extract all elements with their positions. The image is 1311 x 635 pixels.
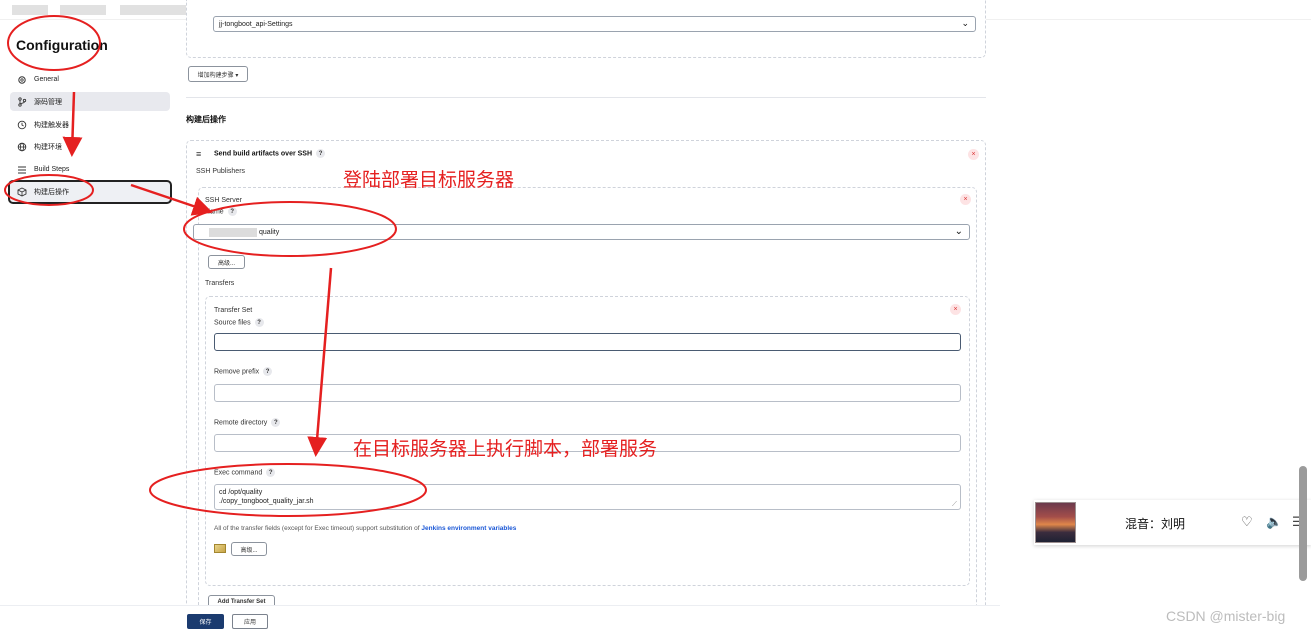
help-icon[interactable]: ? xyxy=(316,149,326,158)
sidebar-item-triggers[interactable]: 构建触发器 xyxy=(10,115,170,134)
remove-prefix-label-text: Remove prefix xyxy=(214,368,260,376)
close-icon[interactable]: × xyxy=(960,194,971,205)
gear-icon xyxy=(16,74,28,86)
remote-directory-label-text: Remote directory xyxy=(214,419,268,427)
notepad-icon[interactable] xyxy=(214,544,226,553)
build-step-panel: jj-tongboot_api-Settings ⌄ xyxy=(186,0,986,58)
annotation-login-server: 登陆部署目标服务器 xyxy=(343,169,515,191)
heart-icon[interactable]: ♡ xyxy=(1241,514,1253,530)
volume-icon[interactable]: 🔈 xyxy=(1266,514,1282,530)
ssh-plugin-panel: ≡ Send build artifacts over SSH? × SSH P… xyxy=(186,140,986,620)
drag-handle-icon[interactable]: ≡ xyxy=(196,149,201,159)
jenkins-env-vars-link[interactable]: Jenkins environment variables xyxy=(421,525,516,532)
remove-prefix-input[interactable] xyxy=(214,384,961,402)
sidebar-item-environment[interactable]: 构建环境 xyxy=(10,137,170,156)
close-icon[interactable]: × xyxy=(968,149,979,160)
exec-command-label: Exec command? xyxy=(214,468,276,477)
scrollbar-thumb[interactable] xyxy=(1299,466,1307,581)
sidebar-item-build-steps[interactable]: Build Steps xyxy=(10,160,170,179)
transfer-advanced-button[interactable]: 高级... xyxy=(231,542,267,556)
exec-command-label-text: Exec command xyxy=(214,469,263,477)
settings-select[interactable]: jj-tongboot_api-Settings ⌄ xyxy=(213,16,976,32)
cube-icon xyxy=(16,186,28,198)
sidebar-item-label: 源码管理 xyxy=(34,98,62,106)
post-build-section-title: 构建后操作 xyxy=(186,115,226,124)
exec-command-textarea[interactable]: cd /opt/quality ./copy_tongboot_quality_… xyxy=(214,484,961,510)
help-icon[interactable]: ? xyxy=(263,367,273,376)
source-files-label-text: Source files xyxy=(214,319,251,327)
ssh-server-name-value: quality xyxy=(259,228,280,236)
ssh-server-name-select[interactable]: quality ⌄ xyxy=(193,224,970,240)
source-files-input[interactable] xyxy=(214,333,961,351)
name-label: Name? xyxy=(205,207,237,216)
redacted-text xyxy=(209,227,257,237)
transfer-set-heading: Transfer Set xyxy=(214,307,253,314)
add-build-step-button[interactable]: 增加构建步骤 ▾ xyxy=(188,66,248,82)
page-title: Configuration xyxy=(16,37,108,53)
track-title: 混音：刘明 xyxy=(1125,517,1186,531)
sidebar: Configuration General 源码管理 构建触发器 构建环境 Bu… xyxy=(0,20,180,635)
blurred-crumb xyxy=(60,5,106,15)
sidebar-item-label: Build Steps xyxy=(34,166,70,173)
plugin-title: Send build artifacts over SSH? xyxy=(214,149,326,158)
sidebar-item-label: 构建后操作 xyxy=(34,189,69,196)
sidebar-item-label: 构建环境 xyxy=(34,143,62,151)
sidebar-item-post-build[interactable]: 构建后操作 xyxy=(8,180,172,204)
list-icon xyxy=(16,164,28,176)
album-cover[interactable] xyxy=(1035,502,1076,543)
sidebar-item-scm[interactable]: 源码管理 xyxy=(10,92,170,111)
chevron-down-icon: ⌄ xyxy=(961,18,969,28)
ssh-server-panel: SSH Server Name? × quality ⌄ 高级... Trans… xyxy=(193,187,977,617)
annotation-exec-script: 在目标服务器上执行脚本，部署服务 xyxy=(353,438,658,460)
source-files-label: Source files? xyxy=(214,318,264,327)
name-label-text: Name xyxy=(205,208,224,216)
remove-prefix-label: Remove prefix? xyxy=(214,367,273,376)
chevron-down-icon: ⌄ xyxy=(954,226,963,237)
save-button[interactable]: 保存 xyxy=(187,614,224,629)
watermark: CSDN @mister-big xyxy=(1166,608,1286,624)
sidebar-item-label: 构建触发器 xyxy=(34,121,69,129)
divider xyxy=(186,97,986,98)
ssh-publishers-label: SSH Publishers xyxy=(196,168,246,175)
help-icon[interactable]: ? xyxy=(227,207,237,216)
substitution-note: All of the transfer fields (except for E… xyxy=(214,525,516,532)
substitution-note-text: All of the transfer fields (except for E… xyxy=(214,525,420,532)
blurred-crumb xyxy=(12,5,48,15)
ssh-server-heading: SSH Server xyxy=(205,197,242,204)
blurred-crumb xyxy=(120,5,192,15)
apply-button[interactable]: 应用 xyxy=(232,614,268,629)
help-icon[interactable]: ? xyxy=(266,468,276,477)
clock-icon xyxy=(16,119,28,131)
help-icon[interactable]: ? xyxy=(254,318,264,327)
remote-directory-label: Remote directory? xyxy=(214,418,281,427)
transfers-label: Transfers xyxy=(205,280,235,287)
ssh-server-advanced-button[interactable]: 高级... xyxy=(208,255,245,269)
settings-select-value: jj-tongboot_api-Settings xyxy=(219,20,293,28)
plugin-title-text: Send build artifacts over SSH xyxy=(214,150,313,158)
music-player: 混音：刘明 ♡ 🔈 ☰ xyxy=(1034,500,1311,545)
globe-icon xyxy=(16,141,28,153)
sidebar-item-general[interactable]: General xyxy=(10,70,170,89)
branch-icon xyxy=(16,96,28,108)
close-icon[interactable]: × xyxy=(950,304,961,315)
footer-bar: 保存 应用 xyxy=(0,605,1000,635)
help-icon[interactable]: ? xyxy=(271,418,281,427)
sidebar-item-label: General xyxy=(34,76,59,83)
resize-handle-icon[interactable]: ⟋ xyxy=(952,501,957,509)
